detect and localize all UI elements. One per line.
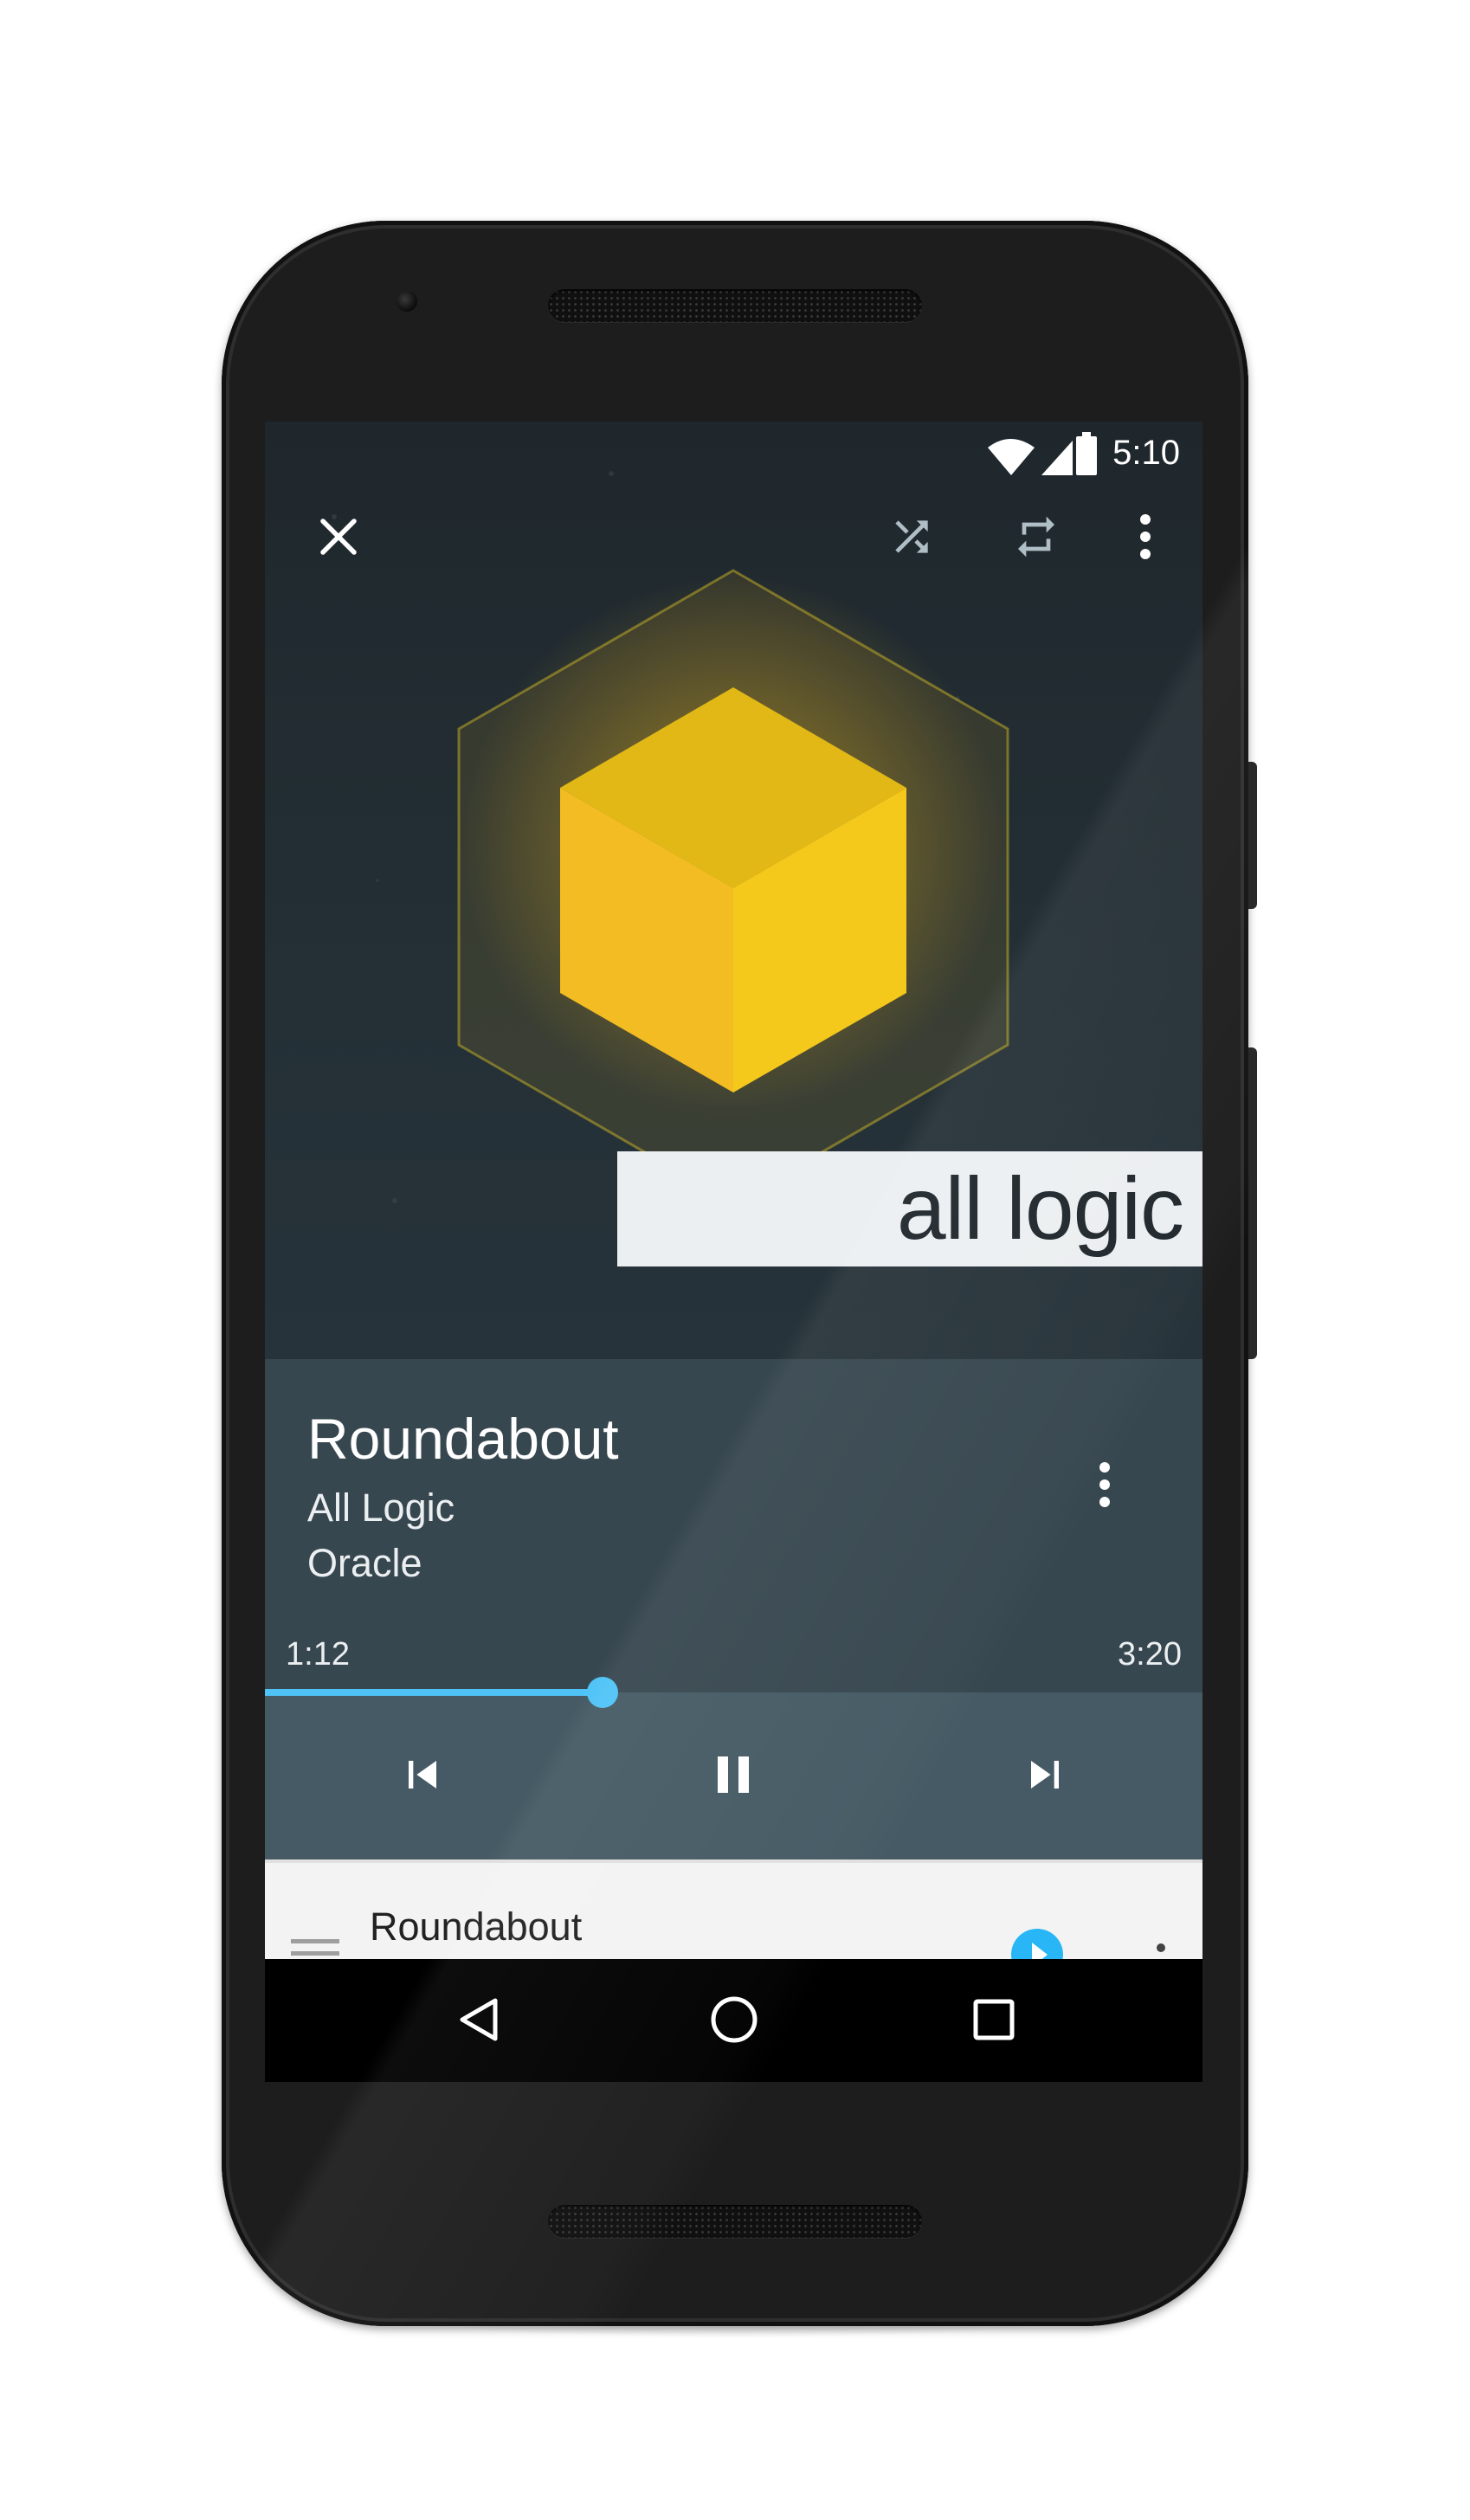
power-button: [1248, 762, 1257, 909]
wifi-icon: [988, 439, 1035, 475]
home-icon: [711, 1996, 758, 2043]
track-info-panel: Roundabout All Logic Oracle 1:12 3:20: [265, 1359, 1202, 1692]
queue-item-title: Roundabout: [370, 1905, 583, 1949]
pause-icon: [718, 1756, 749, 1793]
repeat-icon: [1018, 516, 1054, 557]
playback-controls: [265, 1692, 1202, 1859]
skip-previous-icon: [409, 1761, 436, 1788]
queue-list: Roundabout: [265, 1859, 1202, 1963]
recents-button[interactable]: [951, 1976, 1037, 2063]
skip-next-icon: [1031, 1761, 1059, 1788]
track-more-button[interactable]: [1070, 1450, 1139, 1519]
shuffle-icon: [895, 520, 928, 553]
previous-button[interactable]: [371, 1727, 474, 1822]
seek-bar-progress: [265, 1689, 603, 1696]
track-artist[interactable]: All Logic: [307, 1486, 455, 1531]
battery-icon: [1076, 432, 1097, 475]
volume-button: [1248, 1047, 1257, 1359]
top-speaker-grille: [548, 289, 922, 322]
more-vert-icon[interactable]: [1139, 1932, 1183, 1963]
track-album[interactable]: Oracle: [307, 1541, 422, 1586]
repeat-button[interactable]: [1002, 502, 1071, 571]
home-button[interactable]: [691, 1976, 777, 2063]
album-art: 5:10 all logic: [265, 422, 1202, 1359]
cell-signal-icon: [1041, 441, 1073, 475]
recents-icon: [973, 1999, 1015, 2040]
next-button[interactable]: [993, 1727, 1097, 1822]
back-button[interactable]: [436, 1976, 523, 2063]
close-icon: [320, 519, 357, 555]
navigation-bar: [265, 1959, 1202, 2082]
bottom-speaker-grille: [548, 2205, 922, 2238]
now-playing-indicator-icon: [1011, 1929, 1063, 1963]
more-options-button[interactable]: [1111, 502, 1180, 571]
close-button[interactable]: [304, 502, 373, 571]
shuffle-button[interactable]: [877, 502, 946, 571]
back-icon: [460, 1998, 498, 2041]
total-duration: 3:20: [1118, 1636, 1182, 1672]
status-bar: 5:10: [265, 422, 1202, 491]
front-camera: [397, 291, 417, 312]
track-title: Roundabout: [307, 1407, 619, 1471]
status-icons: [988, 439, 1073, 475]
more-vert-icon: [1140, 514, 1151, 559]
screen: 5:10 all logic Roundabout All Logic Orac…: [265, 422, 1202, 2082]
seek-bar-thumb[interactable]: [587, 1677, 618, 1708]
elapsed-time: 1:12: [286, 1636, 350, 1672]
pause-button[interactable]: [681, 1727, 785, 1822]
status-time: 5:10: [1112, 434, 1180, 472]
more-vert-icon: [1099, 1462, 1110, 1507]
album-art-label: all logic: [617, 1151, 1202, 1266]
